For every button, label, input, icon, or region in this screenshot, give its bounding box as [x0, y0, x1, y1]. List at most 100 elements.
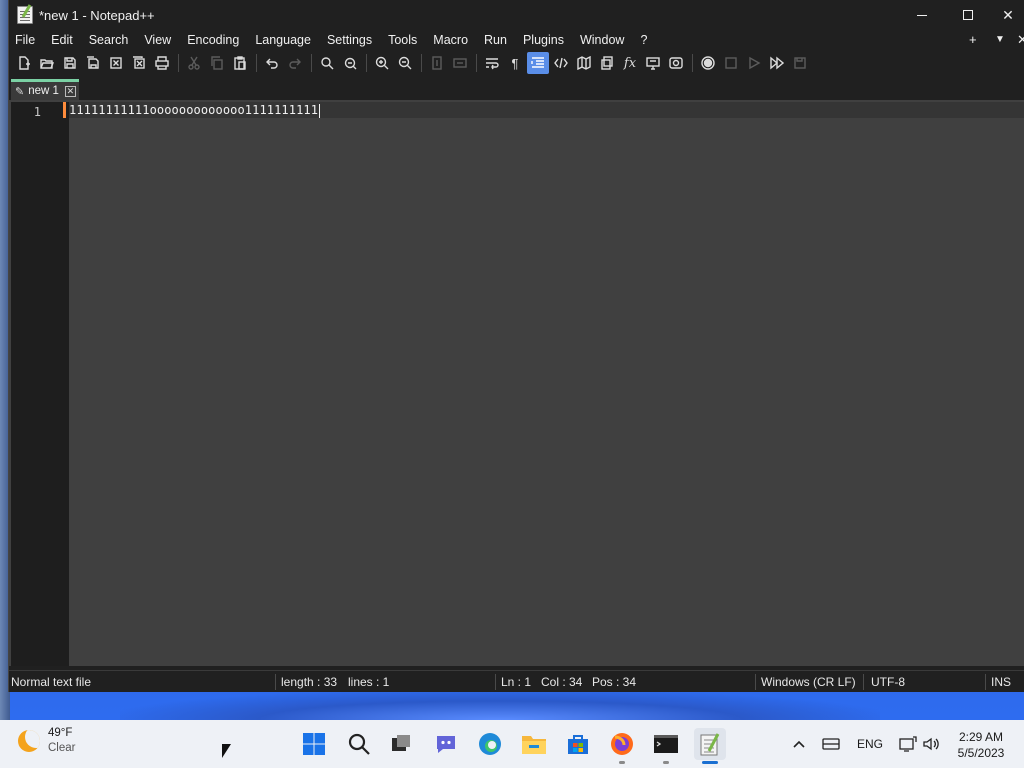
- tray-input-button[interactable]: [822, 720, 840, 768]
- pilcrow-icon: ¶: [511, 55, 519, 71]
- word-wrap-button[interactable]: [481, 52, 503, 74]
- show-hidden-icons-button[interactable]: [792, 720, 806, 768]
- close-all-button[interactable]: [128, 52, 150, 74]
- sync-horizontal-icon: [453, 58, 467, 68]
- clock[interactable]: 2:29 AM 5/5/2023: [946, 729, 1016, 761]
- line-number-gutter[interactable]: 1: [11, 102, 69, 666]
- replace-icon: [344, 57, 357, 70]
- firefox-button[interactable]: [606, 728, 638, 764]
- cut-button[interactable]: [183, 52, 205, 74]
- save-button[interactable]: [59, 52, 81, 74]
- moon-icon: [18, 730, 40, 752]
- menu-window[interactable]: Window: [580, 30, 632, 50]
- folder-workspace-button[interactable]: [642, 52, 664, 74]
- zoom-out-button[interactable]: [394, 52, 416, 74]
- chat-button[interactable]: [430, 728, 462, 760]
- record-macro-button[interactable]: [697, 52, 719, 74]
- tab-close-button[interactable]: ✕: [64, 85, 76, 97]
- replace-button[interactable]: [339, 52, 361, 74]
- status-eol[interactable]: Windows (CR LF): [761, 675, 856, 689]
- windows-logo-icon: [303, 733, 325, 755]
- file-explorer-button[interactable]: [518, 728, 550, 760]
- zoom-in-button[interactable]: [371, 52, 393, 74]
- zoom-in-icon: [375, 56, 389, 70]
- taskbar-search-button[interactable]: [343, 728, 375, 760]
- start-button[interactable]: [298, 728, 330, 760]
- open-file-button[interactable]: [36, 52, 58, 74]
- run-macro-multiple-button[interactable]: [766, 52, 788, 74]
- menu-language[interactable]: Language: [255, 30, 319, 50]
- volume-button[interactable]: [922, 720, 942, 768]
- menu-help[interactable]: ?: [640, 30, 655, 50]
- find-button[interactable]: [316, 52, 338, 74]
- menu-run[interactable]: Run: [484, 30, 515, 50]
- menu-view[interactable]: View: [144, 30, 179, 50]
- task-view-button[interactable]: [385, 728, 417, 760]
- clock-date: 5/5/2023: [957, 746, 1005, 760]
- search-icon: [348, 733, 370, 755]
- status-length: length : 33: [281, 675, 338, 689]
- print-button[interactable]: [151, 52, 173, 74]
- close-file-button[interactable]: [105, 52, 127, 74]
- new-tab-button[interactable]: +: [969, 30, 977, 50]
- edge-button[interactable]: [474, 728, 506, 760]
- menu-encoding[interactable]: Encoding: [187, 30, 247, 50]
- network-button[interactable]: [899, 720, 917, 768]
- active-indicator: [702, 761, 718, 764]
- undo-button[interactable]: [261, 52, 283, 74]
- store-button[interactable]: [562, 728, 594, 760]
- toolbar-separator: [178, 54, 179, 72]
- editor-area[interactable]: 1 11111111111ooooooooooooo1111111111: [9, 100, 1024, 666]
- notepadpp-icon: [700, 733, 720, 756]
- copy-button[interactable]: [206, 52, 228, 74]
- tab-new-1[interactable]: ✎ new 1 ✕: [11, 79, 79, 100]
- menu-file[interactable]: File: [15, 30, 43, 50]
- function-list-button[interactable]: fx: [619, 52, 641, 74]
- save-macro-button[interactable]: [789, 52, 811, 74]
- close-tab-button[interactable]: ✕: [1017, 30, 1024, 50]
- menu-tools[interactable]: Tools: [388, 30, 425, 50]
- toolbar-separator: [311, 54, 312, 72]
- document-map-button[interactable]: [573, 52, 595, 74]
- weather-temp: 49°F: [48, 727, 73, 739]
- weather-text: 49°F Clear: [48, 726, 75, 756]
- new-file-button[interactable]: [13, 52, 35, 74]
- menu-edit[interactable]: Edit: [51, 30, 81, 50]
- indent-guide-button[interactable]: [527, 52, 549, 74]
- status-encoding[interactable]: UTF-8: [871, 675, 905, 689]
- close-file-icon: [110, 57, 122, 69]
- terminal-button[interactable]: [650, 728, 682, 764]
- close-icon: ✕: [1002, 6, 1014, 23]
- maximize-icon: [963, 10, 973, 20]
- monitoring-icon: [669, 57, 683, 69]
- keyboard-icon: [822, 738, 840, 750]
- save-all-button[interactable]: [82, 52, 104, 74]
- code-line[interactable]: 11111111111ooooooooooooo1111111111: [69, 102, 321, 118]
- show-all-chars-button[interactable]: ¶: [504, 52, 526, 74]
- menu-search[interactable]: Search: [89, 30, 137, 50]
- tab-list-dropdown[interactable]: ▼: [995, 30, 1005, 50]
- status-insert-mode[interactable]: INS: [991, 675, 1011, 689]
- document-list-button[interactable]: [596, 52, 618, 74]
- weather-widget[interactable]: 49°F Clear: [18, 726, 75, 756]
- sync-vertical-button[interactable]: [426, 52, 448, 74]
- new-file-icon: [19, 56, 30, 70]
- maximize-button[interactable]: [945, 0, 991, 30]
- menu-macro[interactable]: Macro: [433, 30, 476, 50]
- udl-button[interactable]: [550, 52, 572, 74]
- menu-settings[interactable]: Settings: [327, 30, 380, 50]
- playback-button[interactable]: [743, 52, 765, 74]
- close-window-button[interactable]: ✕: [991, 0, 1024, 30]
- paste-button[interactable]: [229, 52, 251, 74]
- language-indicator[interactable]: ENG: [857, 720, 883, 768]
- status-ln: Ln : 1: [501, 675, 532, 689]
- notepadpp-taskbar-button[interactable]: [694, 728, 726, 764]
- notepadpp-app-icon[interactable]: [17, 6, 33, 24]
- minimize-button[interactable]: [899, 0, 945, 30]
- redo-button[interactable]: [284, 52, 306, 74]
- menu-plugins[interactable]: Plugins: [523, 30, 572, 50]
- stop-record-button[interactable]: [720, 52, 742, 74]
- sync-horizontal-button[interactable]: [449, 52, 471, 74]
- monitoring-button[interactable]: [665, 52, 687, 74]
- title-bar[interactable]: *new 1 - Notepad++ ✕: [9, 0, 1024, 30]
